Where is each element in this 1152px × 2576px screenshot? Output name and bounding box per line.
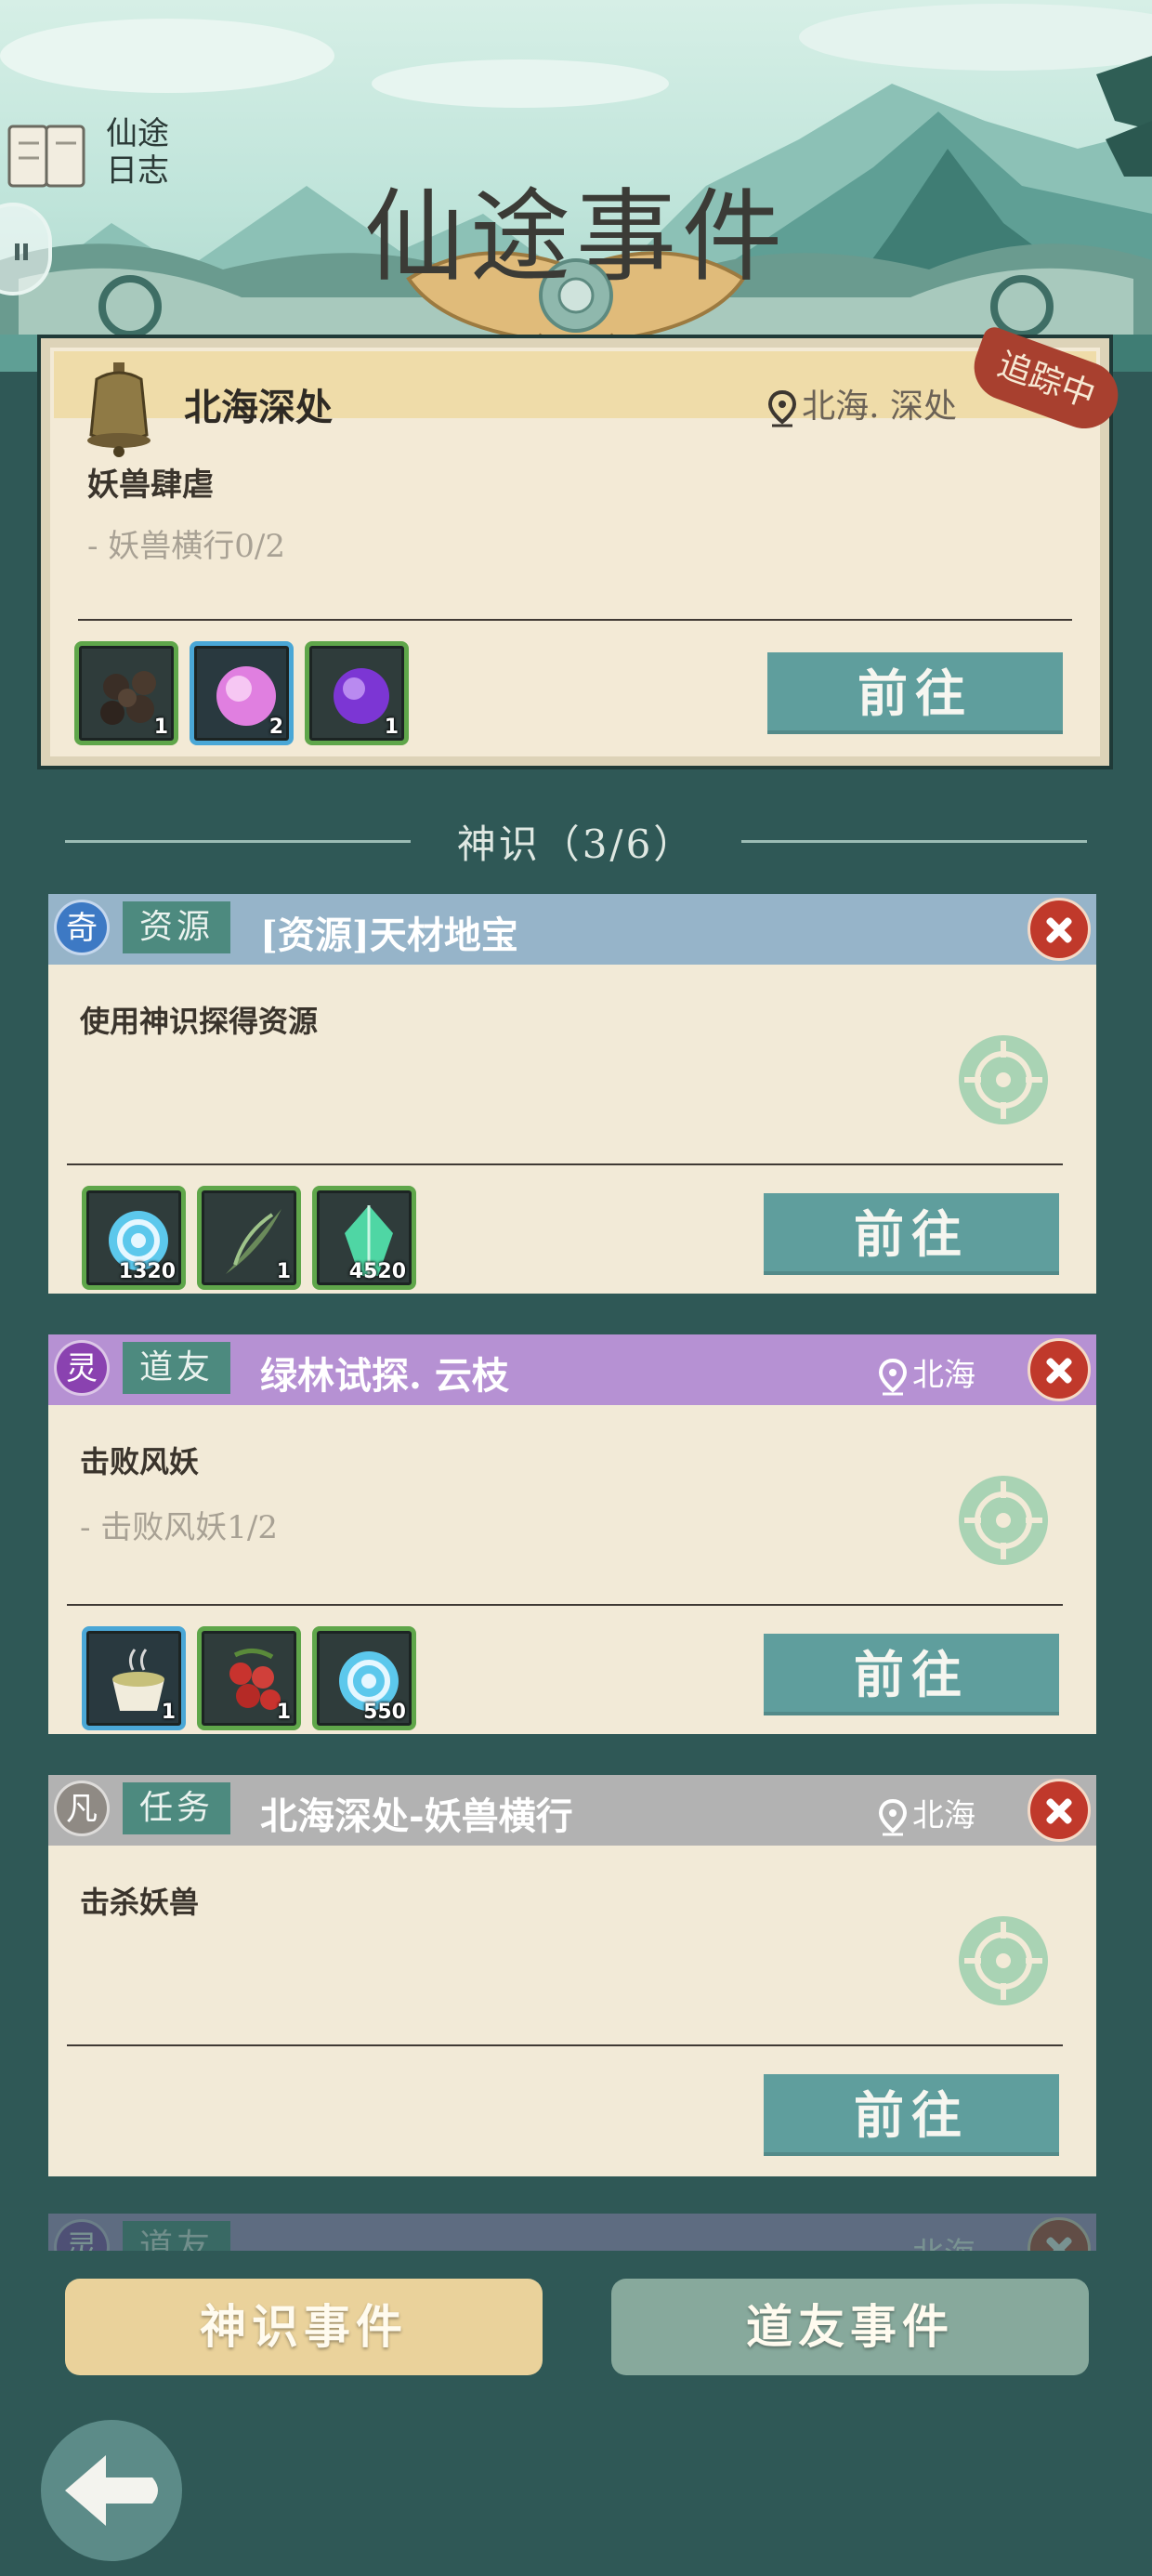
event-objective: 使用神识探得资源 — [80, 1004, 319, 1039]
event-location-text: 北海 — [912, 1797, 975, 1834]
reward-tile[interactable]: 1320 — [82, 1186, 186, 1290]
tracked-event-name: 北海深处 — [184, 386, 333, 429]
page-title: 仙途事件 — [363, 179, 788, 296]
event-header-bar: 奇 资源 [资源]天材地宝 — [48, 894, 1096, 965]
event-card-partial: 灵 道友 北海 — [48, 2214, 1096, 2251]
section-divider: 神识（3/6） — [65, 810, 1088, 872]
close-icon[interactable] — [1028, 898, 1091, 961]
divider-line-right — [741, 839, 1088, 843]
event-header-bar: 灵 道友 北海 — [48, 2214, 1096, 2251]
tracked-location-text: 北海. 深处 — [802, 388, 957, 426]
grade-badge: 灵 — [54, 2219, 110, 2251]
reward-tile[interactable]: 550 — [312, 1626, 416, 1730]
event-location: 北海 — [912, 2228, 975, 2251]
reward-count: 1 — [276, 1701, 291, 1724]
tracked-objective: 妖兽肆虐 — [87, 467, 214, 504]
reward-tile[interactable]: 1 — [74, 641, 178, 745]
event-card: 灵 道友 绿林试探. 云枝 北海 击败风妖 - 击败风妖1/2 1 1 550 … — [48, 1334, 1096, 1734]
tracked-event-card: 北海深处 北海. 深处 追踪中 妖兽肆虐 - 妖兽横行0/2 1 2 1 前往 — [37, 323, 1128, 769]
event-title: 北海深处-妖兽横行 — [260, 1794, 573, 1838]
grade-badge: 奇 — [54, 900, 110, 955]
event-location: 北海 — [879, 1790, 975, 1836]
close-icon[interactable] — [1028, 2217, 1091, 2251]
go-button[interactable]: 前往 — [767, 652, 1063, 734]
event-kind: 资源 — [123, 901, 230, 953]
reward-count: 1 — [276, 1260, 291, 1283]
header-banner: 仙途日志 仙途事件 — [0, 0, 1152, 372]
back-button[interactable] — [41, 2420, 182, 2561]
event-location: 北海 — [879, 1349, 975, 1396]
location-pin-icon — [768, 390, 797, 427]
reward-count: 1320 — [118, 1260, 176, 1283]
tracked-progress: - 妖兽横行0/2 — [87, 528, 286, 565]
reward-tile[interactable]: 1 — [82, 1626, 186, 1730]
reward-tile[interactable]: 2 — [190, 641, 294, 745]
divider-line — [67, 1604, 1063, 1606]
event-progress: - 击败风妖1/2 — [80, 1509, 279, 1546]
crosshair-icon[interactable] — [957, 1474, 1050, 1567]
go-button[interactable]: 前往 — [764, 2074, 1059, 2156]
crosshair-icon[interactable] — [957, 1033, 1050, 1126]
divider-line — [67, 2044, 1063, 2046]
event-kind: 任务 — [123, 1782, 230, 1834]
reward-count: 4520 — [348, 1260, 406, 1283]
go-button[interactable]: 前往 — [764, 1193, 1059, 1275]
location-pin-icon — [879, 1359, 907, 1396]
go-button[interactable]: 前往 — [764, 1634, 1059, 1715]
close-icon[interactable] — [1028, 1779, 1091, 1842]
reward-tile[interactable]: 1 — [197, 1626, 301, 1730]
tracking-badge: 追踪中 — [964, 323, 1128, 439]
arrow-left-icon — [65, 2455, 158, 2526]
reward-count: 1 — [384, 716, 399, 739]
divider-line-left — [65, 839, 411, 843]
tab-friend-events[interactable]: 道友事件 — [611, 2279, 1089, 2375]
divider-line — [78, 619, 1072, 621]
event-header-bar: 凡 任务 北海深处-妖兽横行 北海 — [48, 1775, 1096, 1846]
event-location-text: 北海 — [912, 1357, 975, 1394]
reward-count: 550 — [363, 1701, 406, 1724]
tracked-rewards: 1 2 1 — [74, 641, 409, 745]
grade-badge: 凡 — [54, 1781, 110, 1836]
event-kind: 道友 — [123, 1342, 230, 1394]
event-card: 凡 任务 北海深处-妖兽横行 北海 击杀妖兽 前往 — [48, 1775, 1096, 2176]
section-label: 神识（3/6） — [456, 821, 696, 867]
event-title: 绿林试探. 云枝 — [260, 1354, 509, 1398]
event-location-text: 北海 — [912, 2236, 975, 2251]
reward-count: 1 — [153, 716, 168, 739]
event-rewards: 1 1 550 — [82, 1626, 416, 1730]
event-header-bar: 灵 道友 绿林试探. 云枝 北海 — [48, 1334, 1096, 1405]
event-rewards: 1320 1 4520 — [82, 1186, 416, 1290]
tracked-header-bar: 北海深处 北海. 深处 — [54, 351, 1096, 457]
event-objective: 击杀妖兽 — [80, 1885, 200, 1920]
tracked-location: 北海. 深处 — [768, 379, 957, 427]
reward-count: 1 — [161, 1701, 176, 1724]
reward-tile[interactable]: 1 — [197, 1186, 301, 1290]
event-card: 奇 资源 [资源]天材地宝 使用神识探得资源 1320 1 4520 前往 — [48, 894, 1096, 1294]
event-kind: 道友 — [123, 2221, 230, 2251]
event-title: [资源]天材地宝 — [260, 913, 518, 957]
close-icon[interactable] — [1028, 1338, 1091, 1401]
reward-tile[interactable]: 4520 — [312, 1186, 416, 1290]
bell-icon — [87, 362, 151, 457]
reward-tile[interactable]: 1 — [305, 641, 409, 745]
location-pin-icon — [879, 1799, 907, 1836]
grade-badge: 灵 — [54, 1340, 110, 1396]
reward-count: 2 — [268, 716, 283, 739]
crosshair-icon[interactable] — [957, 1914, 1050, 2007]
divider-line — [67, 1163, 1063, 1165]
event-objective: 击败风妖 — [80, 1444, 200, 1479]
tab-spirit-events[interactable]: 神识事件 — [65, 2279, 543, 2375]
